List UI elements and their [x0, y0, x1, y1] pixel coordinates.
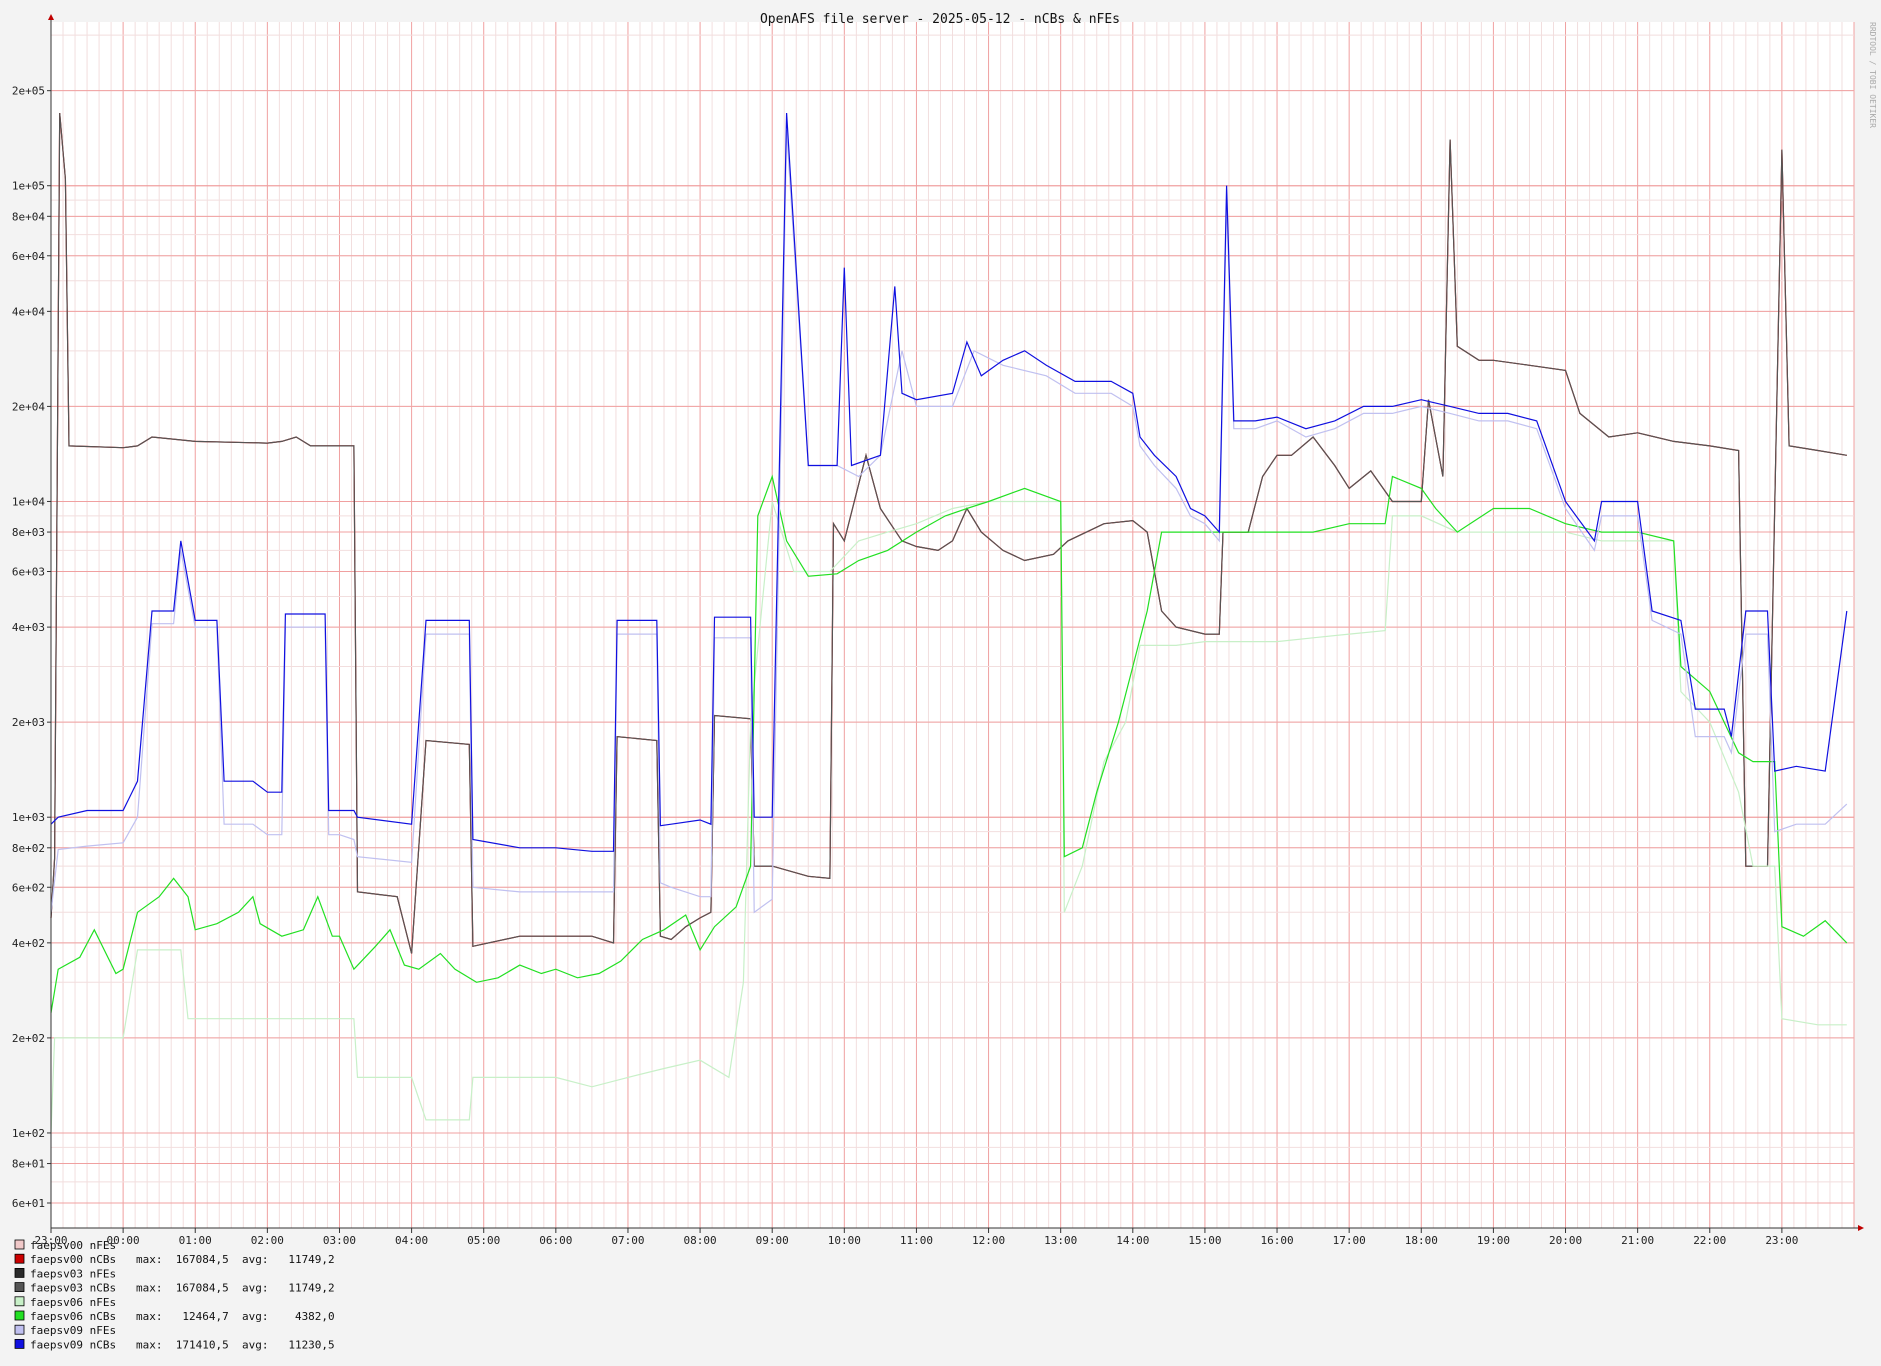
- x-tick-label: 10:00: [828, 1234, 861, 1247]
- y-tick-label: 8e+02: [12, 842, 45, 855]
- x-tick-label: 07:00: [611, 1234, 644, 1247]
- legend-stats-faepsv06-ncbs: max: 12464,7 avg: 4382,0: [136, 1310, 335, 1323]
- legend-stats-faepsv03-ncbs: max: 167084,5 avg: 11749,2: [136, 1282, 335, 1295]
- legend-label-faepsv00-ncbs: faepsv00 nCBs: [30, 1253, 116, 1266]
- x-tick-label: 04:00: [395, 1234, 428, 1247]
- legend-label-faepsv09-ncbs: faepsv09 nCBs: [30, 1338, 116, 1351]
- y-tick-label: 1e+04: [12, 495, 45, 508]
- x-tick-label: 12:00: [972, 1234, 1005, 1247]
- legend-swatch-faepsv06-nfes: [14, 1296, 25, 1307]
- legend-label-faepsv06-ncbs: faepsv06 nCBs: [30, 1310, 116, 1323]
- x-tick-label: 01:00: [179, 1234, 212, 1247]
- x-tick-label: 17:00: [1333, 1234, 1366, 1247]
- y-tick-label: 8e+03: [12, 526, 45, 539]
- x-tick-label: 23:00: [1765, 1234, 1798, 1247]
- legend-label-faepsv03-ncbs: faepsv03 nCBs: [30, 1282, 116, 1295]
- legend-stats-faepsv00-ncbs: max: 167084,5 avg: 11749,2: [136, 1253, 335, 1266]
- legend-stats-faepsv09-ncbs: max: 171410,5 avg: 11230,5: [136, 1338, 335, 1351]
- y-tick-label: 6e+03: [12, 566, 45, 579]
- x-tick-label: 11:00: [900, 1234, 933, 1247]
- legend-label-faepsv03-nfes: faepsv03 nFEs: [30, 1267, 116, 1280]
- y-tick-label: 1e+02: [12, 1127, 45, 1140]
- chart-window: 6e+01 8e+01 1e+02 2e+02 4e+02 6e+02 8e+02 1e+03…: [0, 0, 1881, 1366]
- x-tick-label: 09:00: [756, 1234, 789, 1247]
- y-tick-label: 2e+02: [12, 1032, 45, 1045]
- legend-swatch-faepsv06-ncbs: [14, 1310, 25, 1321]
- x-tick-label: 02:00: [251, 1234, 284, 1247]
- x-tick-label: 06:00: [539, 1234, 572, 1247]
- y-tick-label: 6e+04: [12, 250, 45, 263]
- legend-label-faepsv09-nfes: faepsv09 nFEs: [30, 1324, 116, 1337]
- y-tick-label: 2e+04: [12, 400, 45, 413]
- x-tick-label: 14:00: [1116, 1234, 1149, 1247]
- x-tick-label: 15:00: [1188, 1234, 1221, 1247]
- x-tick-label: 19:00: [1477, 1234, 1510, 1247]
- x-tick-label: 08:00: [684, 1234, 717, 1247]
- y-tick-label: 8e+01: [12, 1158, 45, 1171]
- legend-swatch-faepsv00-nfes: [14, 1239, 25, 1250]
- legend-swatch-faepsv09-nfes: [14, 1324, 25, 1335]
- x-tick-label: 03:00: [323, 1234, 356, 1247]
- y-tick-label: 6e+02: [12, 881, 45, 894]
- y-tick-label: 2e+03: [12, 716, 45, 729]
- y-tick-label: 8e+04: [12, 210, 45, 223]
- y-tick-label: 1e+05: [12, 180, 45, 193]
- legend-label-faepsv06-nfes: faepsv06 nFEs: [30, 1296, 116, 1309]
- x-tick-label: 22:00: [1693, 1234, 1726, 1247]
- y-tick-label: 2e+05: [12, 85, 45, 98]
- legend-label-faepsv00-nfes: faepsv00 nFEs: [30, 1239, 116, 1252]
- x-tick-label: 21:00: [1621, 1234, 1654, 1247]
- rrdtool-watermark: RRDTOOL / TOBI OETIKER: [1868, 22, 1877, 128]
- legend-swatch-faepsv03-ncbs: [14, 1282, 25, 1292]
- y-tick-label: 4e+02: [12, 937, 45, 950]
- y-tick-label: 1e+03: [12, 811, 45, 824]
- legend-swatch-faepsv03-nfes: [14, 1268, 25, 1278]
- chart-title: OpenAFS file server - 2025-05-12 - nCBs …: [760, 12, 1120, 27]
- legend-swatch-faepsv00-ncbs: [14, 1253, 25, 1264]
- y-tick-label: 4e+04: [12, 305, 45, 318]
- x-tick-label: 05:00: [467, 1234, 500, 1247]
- x-tick-label: 20:00: [1549, 1234, 1582, 1247]
- y-tick-label: 4e+03: [12, 621, 45, 634]
- x-tick-label: 13:00: [1044, 1234, 1077, 1247]
- x-tick-label: 18:00: [1405, 1234, 1438, 1247]
- legend-swatch-faepsv09-ncbs: [14, 1339, 25, 1349]
- y-tick-label: 6e+01: [12, 1197, 45, 1210]
- x-tick-label: 16:00: [1260, 1234, 1293, 1247]
- chart-svg: 6e+01 8e+01 1e+02 2e+02 4e+02 6e+02 8e+02 1e+03…: [0, 0, 1881, 1366]
